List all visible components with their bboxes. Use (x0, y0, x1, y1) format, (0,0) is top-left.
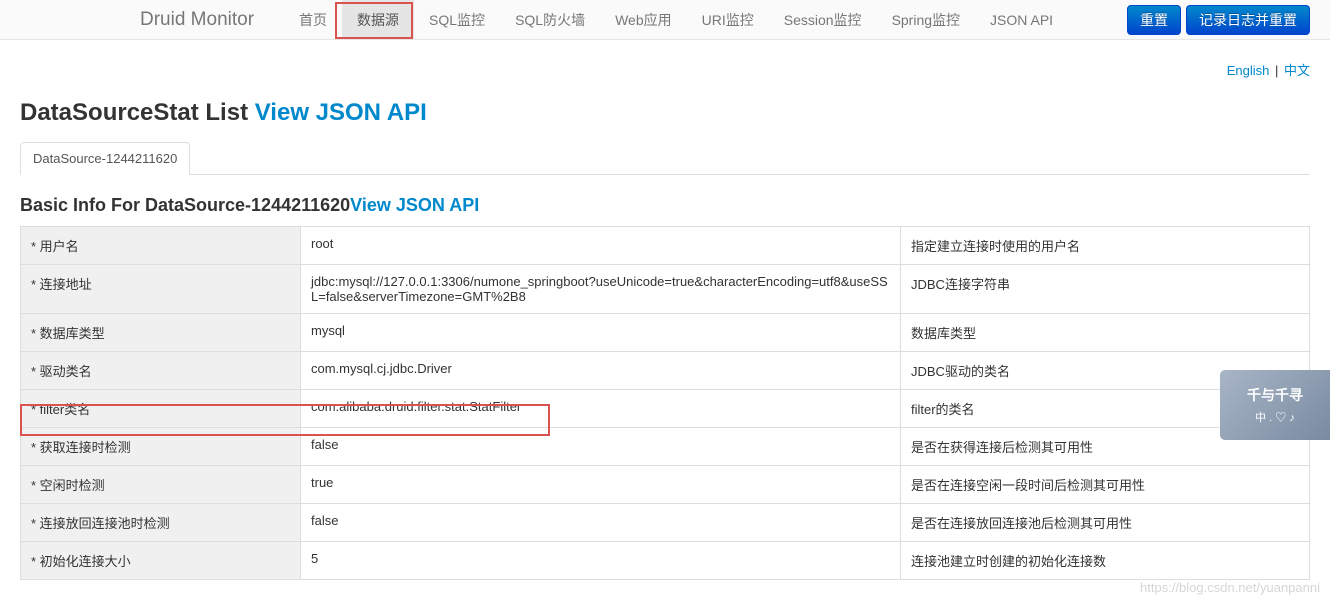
nav-buttons: 重置 记录日志并重置 (1127, 5, 1310, 35)
row-desc: JDBC连接字符串 (901, 265, 1310, 314)
table-row: * 连接地址jdbc:mysql://127.0.0.1:3306/numone… (21, 265, 1310, 314)
datasource-info-table: * 用户名root指定建立连接时使用的用户名* 连接地址jdbc:mysql:/… (20, 226, 1310, 580)
brand[interactable]: Druid Monitor (20, 9, 274, 31)
row-key: * 初始化连接大小 (21, 542, 301, 580)
row-value: mysql (301, 314, 901, 352)
nav-item-session-monitor[interactable]: Session监控 (769, 0, 877, 40)
view-json-api-link[interactable]: View JSON API (255, 99, 427, 126)
reset-button[interactable]: 重置 (1127, 5, 1181, 35)
table-row: * 数据库类型mysql数据库类型 (21, 314, 1310, 352)
row-value: false (301, 504, 901, 542)
nav-item-home[interactable]: 首页 (284, 0, 342, 40)
nav-item-sql-firewall[interactable]: SQL防火墙 (500, 0, 600, 40)
table-row: * filter类名com.alibaba.druid.filter.stat.… (21, 390, 1310, 428)
table-row: * 连接放回连接池时检测false是否在连接放回连接池后检测其可用性 (21, 504, 1310, 542)
nav-items: 首页 数据源 SQL监控 SQL防火墙 Web应用 URI监控 Session监… (284, 0, 1127, 40)
section-title: Basic Info For DataSource-1244211620View… (20, 195, 1310, 216)
datasource-tabs: DataSource-1244211620 (20, 142, 1310, 175)
language-switcher: English | 中文 (20, 60, 1310, 79)
lang-separator: | (1275, 63, 1278, 78)
table-row: * 驱动类名com.mysql.cj.jdbc.DriverJDBC驱动的类名 (21, 352, 1310, 390)
page-title-text: DataSourceStat List (20, 99, 255, 126)
navbar: Druid Monitor 首页 数据源 SQL监控 SQL防火墙 Web应用 … (0, 0, 1330, 40)
side-badge[interactable]: 千与千寻 中 . ♡ ♪ (1220, 370, 1330, 440)
row-key: * 连接放回连接池时检测 (21, 504, 301, 542)
row-desc: 是否在连接放回连接池后检测其可用性 (901, 504, 1310, 542)
row-value: com.mysql.cj.jdbc.Driver (301, 352, 901, 390)
row-value: root (301, 227, 901, 265)
row-key: * 用户名 (21, 227, 301, 265)
row-value: false (301, 428, 901, 466)
row-key: * 连接地址 (21, 265, 301, 314)
nav-item-sql-monitor[interactable]: SQL监控 (414, 0, 500, 40)
log-and-reset-button[interactable]: 记录日志并重置 (1186, 5, 1310, 35)
row-value: com.alibaba.druid.filter.stat.StatFilter (301, 390, 901, 428)
row-key: * 空闲时检测 (21, 466, 301, 504)
row-desc: 指定建立连接时使用的用户名 (901, 227, 1310, 265)
row-key: * 驱动类名 (21, 352, 301, 390)
side-badge-title: 千与千寻 (1247, 385, 1303, 405)
row-value: 5 (301, 542, 901, 580)
row-key: * 数据库类型 (21, 314, 301, 352)
nav-item-json-api[interactable]: JSON API (975, 2, 1068, 38)
section-title-text: Basic Info For DataSource-1244211620 (20, 195, 350, 215)
table-row: * 获取连接时检测false是否在获得连接后检测其可用性 (21, 428, 1310, 466)
row-desc: 数据库类型 (901, 314, 1310, 352)
row-desc: 连接池建立时创建的初始化连接数 (901, 542, 1310, 580)
page-title: DataSourceStat List View JSON API (20, 99, 1310, 127)
row-key: * filter类名 (21, 390, 301, 428)
watermark: https://blog.csdn.net/yuanpanni (1140, 580, 1320, 595)
row-value: jdbc:mysql://127.0.0.1:3306/numone_sprin… (301, 265, 901, 314)
nav-item-web-app[interactable]: Web应用 (600, 0, 687, 40)
tab-datasource[interactable]: DataSource-1244211620 (20, 142, 190, 175)
nav-item-datasource[interactable]: 数据源 (342, 0, 414, 40)
side-badge-icons: 中 . ♡ ♪ (1255, 409, 1295, 425)
nav-item-uri-monitor[interactable]: URI监控 (687, 0, 769, 40)
section-view-json-api-link[interactable]: View JSON API (350, 195, 479, 215)
table-row: * 空闲时检测true是否在连接空闲一段时间后检测其可用性 (21, 466, 1310, 504)
lang-english-link[interactable]: English (1227, 63, 1270, 78)
table-row: * 用户名root指定建立连接时使用的用户名 (21, 227, 1310, 265)
row-value: true (301, 466, 901, 504)
row-desc: 是否在连接空闲一段时间后检测其可用性 (901, 466, 1310, 504)
content: English | 中文 DataSourceStat List View JS… (0, 40, 1330, 600)
row-key: * 获取连接时检测 (21, 428, 301, 466)
table-row: * 初始化连接大小5连接池建立时创建的初始化连接数 (21, 542, 1310, 580)
nav-item-spring-monitor[interactable]: Spring监控 (877, 0, 975, 40)
lang-chinese-link[interactable]: 中文 (1284, 63, 1310, 78)
